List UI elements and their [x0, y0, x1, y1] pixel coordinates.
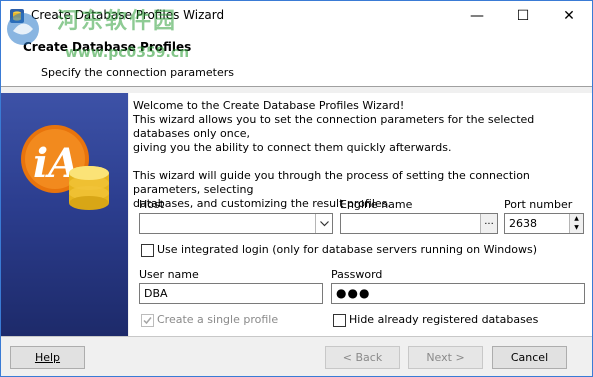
wizard-window: Create Database Profiles Wizard — ☐ ✕ Cr… [0, 0, 593, 377]
integrated-login-label: Use integrated login (only for database … [157, 243, 538, 256]
close-button[interactable]: ✕ [546, 1, 592, 31]
wizard-content: Welcome to the Create Database Profiles … [129, 93, 592, 336]
watermark-text: 河东软件园 [57, 9, 178, 34]
host-label: Host [139, 198, 165, 211]
hide-registered-checkbox[interactable] [333, 314, 346, 327]
watermark-logo [7, 13, 39, 45]
host-combobox[interactable] [139, 213, 333, 234]
help-button-label: Help [34, 351, 61, 364]
username-label: User name [139, 268, 199, 281]
username-value: DBA [144, 287, 168, 300]
single-profile-checkbox[interactable] [141, 314, 154, 327]
bottom-divider [1, 336, 592, 337]
port-spinner[interactable]: 2638 ▲ ▼ [504, 213, 584, 234]
intro-line: This wizard will guide you through the p… [133, 169, 530, 196]
minimize-button[interactable]: — [454, 1, 500, 31]
username-input[interactable]: DBA [139, 283, 323, 304]
intro-text: Welcome to the Create Database Profiles … [133, 99, 589, 211]
watermark-url: www.pc0359.cn [65, 45, 190, 61]
page-subtitle: Specify the connection parameters [41, 66, 234, 79]
back-button[interactable]: < Back [325, 346, 400, 369]
port-value: 2638 [509, 217, 537, 230]
maximize-button[interactable]: ☐ [500, 1, 546, 31]
integrated-login-checkbox[interactable] [141, 244, 154, 257]
checkmark-icon [143, 317, 152, 325]
cancel-button-label: Cancel [510, 351, 549, 364]
wizard-banner: iA [1, 93, 128, 336]
port-spin-buttons[interactable]: ▲ ▼ [569, 214, 583, 233]
next-button[interactable]: Next > [408, 346, 483, 369]
password-value: ●●● [336, 286, 371, 300]
cancel-button[interactable]: Cancel [492, 346, 567, 369]
single-profile-label: Create a single profile [157, 313, 279, 326]
engine-browse-button[interactable]: ... [480, 214, 497, 233]
engine-field[interactable]: ... [340, 213, 498, 234]
next-button-label: Next > [426, 351, 465, 364]
chevron-down-icon[interactable] [315, 214, 332, 233]
engine-label: Engine name [340, 198, 413, 211]
intro-line: giving you the ability to connect them q… [133, 141, 452, 154]
spin-up-icon[interactable]: ▲ [570, 214, 583, 223]
password-label: Password [331, 268, 383, 281]
help-button[interactable]: Help [10, 346, 85, 369]
ia-logo: iA [21, 125, 109, 210]
intro-line: Welcome to the Create Database Profiles … [133, 99, 405, 112]
spin-down-icon[interactable]: ▼ [570, 223, 583, 232]
database-icon [69, 166, 109, 210]
intro-line: This wizard allows you to set the connec… [133, 113, 535, 140]
password-input[interactable]: ●●● [331, 283, 585, 304]
port-label: Port number [504, 198, 573, 211]
back-button-label: < Back [342, 351, 383, 364]
hide-registered-label: Hide already registered databases [349, 313, 539, 326]
